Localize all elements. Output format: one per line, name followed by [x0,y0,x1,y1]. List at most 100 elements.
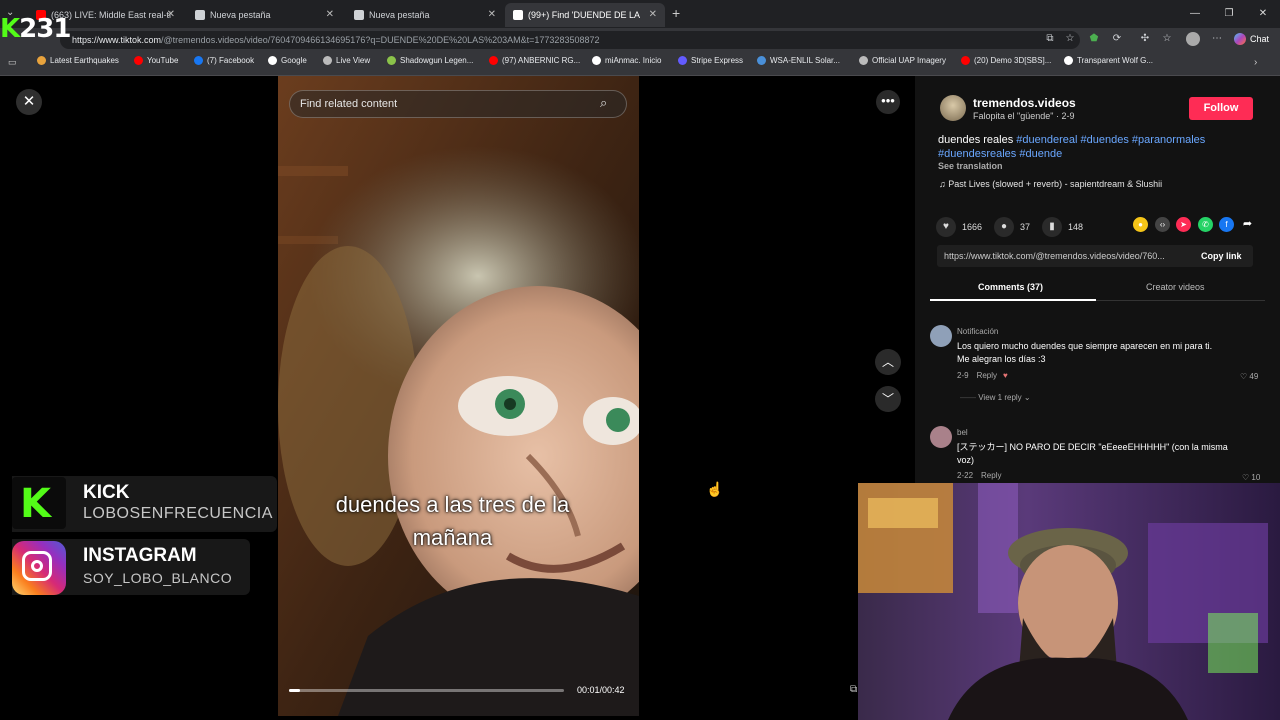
hashtag-link[interactable]: #paranormales [1132,134,1205,146]
comment-button[interactable]: ● 37 [994,217,1030,237]
coin-icon[interactable]: ● [1133,217,1148,232]
bookmark-transparent-wolf[interactable]: Transparent Wolf G... [1064,56,1153,65]
more-bookmarks-icon[interactable]: › [1254,57,1257,68]
restore-icon[interactable]: ❐ [1212,0,1246,28]
bookmark-shadowgun[interactable]: Shadowgun Legen... [387,56,473,65]
android-icon [387,56,396,65]
bookmark-uap[interactable]: Official UAP Imagery [859,56,946,65]
video-progress-fill [289,689,300,692]
reply-button[interactable]: Reply [981,471,1001,480]
more-options-icon[interactable]: ••• [876,90,900,114]
whatsapp-icon[interactable]: ✆ [1198,217,1213,232]
copilot-icon [1234,33,1246,45]
heart-icon: ♥ [936,217,956,237]
new-tab-button[interactable]: + [672,5,680,21]
streamer-webcam [858,483,1280,720]
commenter-avatar[interactable] [930,426,952,448]
sidebar-toggle-icon[interactable]: ▭ [8,57,17,68]
extension-icon[interactable]: ⟳ [1110,33,1124,44]
video-progress-bar[interactable] [289,689,564,692]
bookmark-icon [592,56,601,65]
video-frame [278,76,639,716]
commenter-name[interactable]: bel [957,428,968,437]
close-tab-icon[interactable]: ✕ [326,9,334,20]
search-icon[interactable]: ⌕ [600,95,607,111]
reply-button[interactable]: Reply [977,371,997,380]
bookmark-facebook[interactable]: (7) Facebook [194,56,254,65]
next-video-icon[interactable]: ﹀ [875,386,901,412]
tab-tiktok[interactable]: (99+) Find 'DUENDE DE LAS 3 ✕ [505,3,665,27]
copilot-chat-button[interactable]: Chat [1234,33,1269,45]
bookmark-icon [323,56,332,65]
commenter-name[interactable]: Notificación [957,327,998,336]
favorites-icon[interactable]: ☆ [1160,33,1174,44]
follow-button[interactable]: Follow [1189,97,1253,120]
instagram-username: SOY_LOBO_BLANCO [83,570,233,586]
embed-icon[interactable]: ‹› [1155,217,1170,232]
creator-liked-icon: ♥ [1003,371,1008,380]
music-link[interactable]: ♫ Past Lives (slowed + reverb) - sapient… [939,179,1162,189]
tab-new-2[interactable]: Nueva pestaña ✕ [346,3,504,27]
instagram-icon-lens [31,560,43,572]
copy-link-button[interactable]: Copy link [1201,251,1242,261]
hashtag-link[interactable]: #duendes [1081,134,1129,146]
comment-like-button[interactable]: ♡ 10 [1242,473,1260,482]
send-icon[interactable]: ➤ [1176,217,1191,232]
video-player[interactable] [278,76,639,716]
shield-extension-icon[interactable]: ⬟ [1087,33,1101,44]
heart-outline-icon: ♡ [1242,473,1252,482]
bookmark-wsa-enlil[interactable]: WSA-ENLIL Solar... [757,56,840,65]
miniplayer-icon[interactable]: ⧉ [850,684,857,695]
close-tab-icon[interactable]: ✕ [649,9,657,20]
facebook-icon[interactable]: f [1219,217,1234,232]
related-search-input[interactable]: Find related content [289,90,627,118]
bookmark-mianmac[interactable]: miAnmac. Inicio [592,56,661,65]
menu-dots-icon[interactable]: ⋯ [1210,33,1224,44]
hashtag-link[interactable]: #duendesreales [938,148,1016,160]
bookmark-star-icon[interactable]: ☆ [1063,33,1077,44]
tab-creator-videos[interactable]: Creator videos [1146,282,1205,292]
bookmark-google[interactable]: Google [268,56,307,65]
creator-avatar[interactable] [940,95,966,121]
open-in-app-icon[interactable]: ⧉ [1043,33,1057,44]
creator-username[interactable]: tremendos.videos [973,96,1076,110]
like-button[interactable]: ♥ 1666 [936,217,982,237]
tab-comments[interactable]: Comments (37) [978,282,1043,292]
comment-meta: 2-22 Reply [957,471,1002,480]
creator-subtitle: Falopita el "güende" · 2-9 [973,111,1075,121]
hashtag-link[interactable]: #duende [1019,148,1062,160]
tiktok-icon [513,10,523,20]
share-arrow-icon[interactable]: ➦ [1240,217,1255,232]
see-translation-link[interactable]: See translation [938,161,1003,171]
bookmark-icon [757,56,766,65]
tab-new-1[interactable]: Nueva pestaña ✕ [187,3,342,27]
profile-avatar[interactable] [1186,32,1200,46]
close-tab-icon[interactable]: ✕ [167,9,175,20]
previous-video-icon[interactable]: ︿ [875,349,901,375]
url-path: /@tremendos.videos/video/760470946613469… [161,35,600,45]
save-button[interactable]: ▮ 148 [1042,217,1083,237]
url-field[interactable]: https://www.tiktok.com/@tremendos.videos… [60,31,1080,49]
bookmark-anbernic[interactable]: (97) ANBERNIC RG... [489,56,580,65]
minimize-icon[interactable]: — [1178,0,1212,28]
bookmark-youtube[interactable]: YouTube [134,56,178,65]
reply-line: —— [960,393,979,402]
google-icon [268,56,277,65]
kick-counter: K231 [0,14,71,44]
bookmark-latest-earthquakes[interactable]: Latest Earthquakes [37,56,119,65]
bookmark-stripe[interactable]: Stripe Express [678,56,743,65]
comment-text: Los quiero mucho duendes que siempre apa… [957,341,1213,364]
comment-like-button[interactable]: ♡ 49 [1240,372,1258,381]
heart-outline-icon: ♡ [1240,372,1250,381]
extensions-puzzle-icon[interactable]: ✣ [1138,33,1152,44]
bookmark-live-view[interactable]: Live View [323,56,370,65]
video-caption: duendes a las tres de la mañana [335,492,570,550]
close-tab-icon[interactable]: ✕ [488,9,496,20]
bookmark-demo-3d[interactable]: (20) Demo 3D[SBS]... [961,56,1051,65]
close-window-icon[interactable]: ✕ [1246,0,1280,28]
close-icon[interactable]: ✕ [16,89,42,115]
view-replies-button[interactable]: —— View 1 reply ⌄ [960,393,1031,402]
commenter-avatar[interactable] [930,325,952,347]
youtube-icon [134,56,143,65]
hashtag-link[interactable]: #duendereal [1016,134,1077,146]
